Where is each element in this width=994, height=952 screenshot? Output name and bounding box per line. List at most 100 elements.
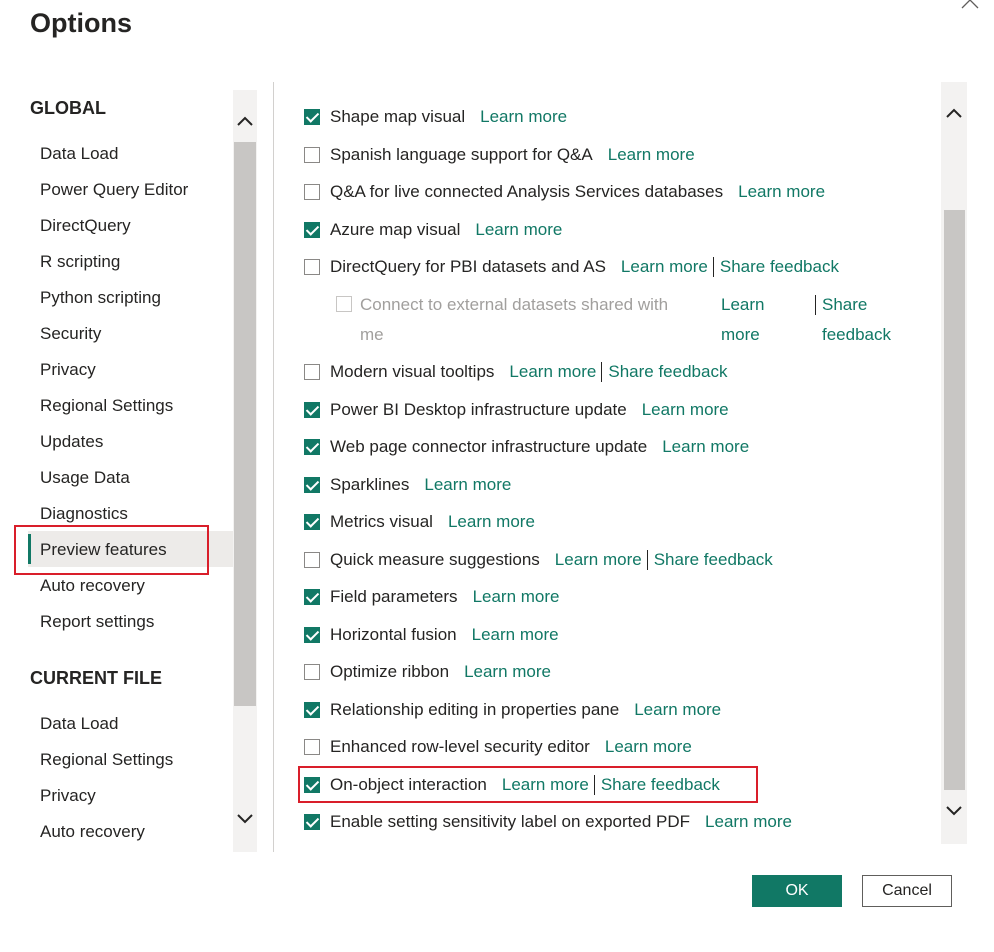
learn-more-link[interactable]: Learn more xyxy=(738,182,825,202)
link-separator xyxy=(712,257,714,277)
chevron-down-icon[interactable] xyxy=(945,804,963,818)
checkbox[interactable] xyxy=(304,439,320,455)
feature-label: Metrics visual xyxy=(330,512,433,531)
close-icon[interactable] xyxy=(958,0,982,14)
learn-more-link[interactable]: Learn more xyxy=(424,475,511,495)
feature-row[interactable]: DirectQuery for PBI datasets and AS Lear… xyxy=(304,255,839,279)
share-feedback-link[interactable]: Share feedback xyxy=(608,362,727,382)
learn-more-link[interactable]: Learn more xyxy=(473,587,560,607)
nav-item-file-regional-settings[interactable]: Regional Settings xyxy=(40,749,173,771)
nav-item-security[interactable]: Security xyxy=(40,323,101,345)
feature-label: Modern visual tooltips xyxy=(330,362,495,381)
nav-item-data-load[interactable]: Data Load xyxy=(40,143,118,165)
feature-row[interactable]: Power BI Desktop infrastructure update L… xyxy=(304,398,729,422)
nav-item-r-scripting[interactable]: R scripting xyxy=(40,251,120,273)
nav-item-file-privacy[interactable]: Privacy xyxy=(40,785,96,807)
nav-item-usage-data[interactable]: Usage Data xyxy=(40,467,130,489)
checkbox[interactable] xyxy=(304,589,320,605)
sub-share-feedback-link-line1[interactable]: Share xyxy=(822,290,867,320)
checkbox[interactable] xyxy=(304,552,320,568)
learn-more-link[interactable]: Learn more xyxy=(480,107,567,127)
learn-more-link[interactable]: Learn more xyxy=(448,512,535,532)
learn-more-link[interactable]: Learn more xyxy=(608,145,695,165)
checkbox[interactable] xyxy=(304,147,320,163)
checkbox[interactable] xyxy=(304,402,320,418)
feature-row[interactable]: Field parameters Learn more xyxy=(304,585,560,609)
checkbox[interactable] xyxy=(304,702,320,718)
checkbox[interactable] xyxy=(304,184,320,200)
feature-label: Shape map visual xyxy=(330,107,466,126)
feature-row[interactable]: Shape map visual Learn more xyxy=(304,105,567,129)
checkbox[interactable] xyxy=(304,514,320,530)
nav-scrollbar-thumb[interactable] xyxy=(234,142,256,706)
nav-item-auto-recovery[interactable]: Auto recovery xyxy=(40,575,145,597)
checkbox[interactable] xyxy=(304,814,320,830)
link-separator xyxy=(646,550,648,570)
chevron-up-icon[interactable] xyxy=(236,114,254,128)
learn-more-link[interactable]: Learn more xyxy=(464,662,551,682)
sub-learn-more-link-line1[interactable]: Learn xyxy=(721,290,764,320)
learn-more-link[interactable]: Learn more xyxy=(642,400,729,420)
link-separator xyxy=(815,295,816,315)
nav-item-report-settings[interactable]: Report settings xyxy=(40,611,154,633)
cancel-button[interactable]: Cancel xyxy=(862,875,952,907)
global-heading: GLOBAL xyxy=(30,98,106,118)
sub-feature-label-line1: Connect to external datasets shared with xyxy=(360,295,669,314)
nav-item-power-query-editor[interactable]: Power Query Editor xyxy=(40,179,188,201)
checkbox[interactable] xyxy=(304,627,320,643)
feature-row[interactable]: Optimize ribbon Learn more xyxy=(304,660,551,684)
learn-more-link[interactable]: Learn more xyxy=(705,812,792,832)
nav-item-regional-settings[interactable]: Regional Settings xyxy=(40,395,173,417)
options-scrollbar-thumb[interactable] xyxy=(944,210,965,790)
ok-button[interactable]: OK xyxy=(752,875,842,907)
feature-label: Relationship editing in properties pane xyxy=(330,700,620,719)
learn-more-link[interactable]: Learn more xyxy=(621,257,708,277)
nav-item-updates[interactable]: Updates xyxy=(40,431,103,453)
feature-row[interactable]: Metrics visual Learn more xyxy=(304,510,535,534)
feature-row[interactable]: Sparklines Learn more xyxy=(304,473,511,497)
checkbox[interactable] xyxy=(304,259,320,275)
checkbox[interactable] xyxy=(304,109,320,125)
learn-more-link[interactable]: Learn more xyxy=(662,437,749,457)
sub-share-feedback-link-line2[interactable]: feedback xyxy=(822,320,891,350)
feature-label: Power BI Desktop infrastructure update xyxy=(330,400,627,419)
nav-item-diagnostics[interactable]: Diagnostics xyxy=(40,503,128,525)
share-feedback-link[interactable]: Share feedback xyxy=(654,550,773,570)
checkbox[interactable] xyxy=(304,664,320,680)
nav-item-directquery[interactable]: DirectQuery xyxy=(40,215,131,237)
feature-row[interactable]: Web page connector infrastructure update… xyxy=(304,435,749,459)
nav-item-privacy[interactable]: Privacy xyxy=(40,359,96,381)
feature-row[interactable]: Enable setting sensitivity label on expo… xyxy=(304,810,792,834)
on-object-interaction-highlight xyxy=(298,766,758,803)
checkbox[interactable] xyxy=(304,477,320,493)
learn-more-link[interactable]: Learn more xyxy=(605,737,692,757)
nav-item-file-auto-recovery[interactable]: Auto recovery xyxy=(40,821,145,843)
feature-label: DirectQuery for PBI datasets and AS xyxy=(330,257,606,276)
learn-more-link[interactable]: Learn more xyxy=(555,550,642,570)
feature-label: Spanish language support for Q&A xyxy=(330,145,593,164)
checkbox[interactable] xyxy=(304,222,320,238)
nav-item-python-scripting[interactable]: Python scripting xyxy=(40,287,161,309)
learn-more-link[interactable]: Learn more xyxy=(509,362,596,382)
checkbox[interactable] xyxy=(304,364,320,380)
sub-learn-more-link-line2[interactable]: more xyxy=(721,320,760,350)
feature-row[interactable]: Enhanced row-level security editor Learn… xyxy=(304,735,692,759)
feature-label: Horizontal fusion xyxy=(330,625,457,644)
nav-item-file-data-load[interactable]: Data Load xyxy=(40,713,118,735)
feature-row[interactable]: Quick measure suggestions Learn more Sha… xyxy=(304,548,773,572)
checkbox-disabled[interactable] xyxy=(336,296,352,312)
share-feedback-link[interactable]: Share feedback xyxy=(720,257,839,277)
feature-row[interactable]: Q&A for live connected Analysis Services… xyxy=(304,180,825,204)
feature-label: Q&A for live connected Analysis Services… xyxy=(330,182,724,201)
chevron-up-icon[interactable] xyxy=(945,106,963,120)
chevron-down-icon[interactable] xyxy=(236,812,254,826)
learn-more-link[interactable]: Learn more xyxy=(475,220,562,240)
feature-row[interactable]: Azure map visual Learn more xyxy=(304,218,562,242)
feature-row[interactable]: Spanish language support for Q&A Learn m… xyxy=(304,143,695,167)
learn-more-link[interactable]: Learn more xyxy=(634,700,721,720)
learn-more-link[interactable]: Learn more xyxy=(472,625,559,645)
feature-row[interactable]: Modern visual tooltips Learn more Share … xyxy=(304,360,727,384)
checkbox[interactable] xyxy=(304,739,320,755)
feature-row[interactable]: Relationship editing in properties pane … xyxy=(304,698,721,722)
feature-row[interactable]: Horizontal fusion Learn more xyxy=(304,623,559,647)
